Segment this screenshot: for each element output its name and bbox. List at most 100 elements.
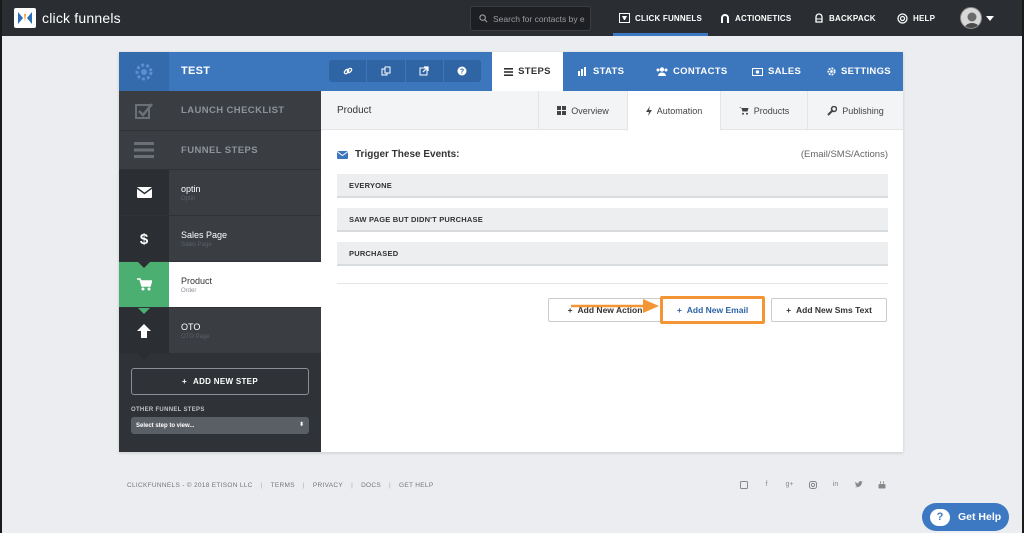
page-footer: CLICKFUNNELS - © 2018 ETISON LLC | TERMS… <box>127 482 433 489</box>
add-new-step-label: ADD NEW STEP <box>193 377 258 386</box>
subtab-label: Publishing <box>842 105 884 116</box>
funnel-editor-card: TEST ? STEPS STATS CONTACTS SALES SETTIN… <box>119 52 903 452</box>
get-help-label: Get Help <box>958 511 1002 523</box>
subtab-overview[interactable]: Overview <box>538 91 627 130</box>
trigger-title: Trigger These Events: <box>355 149 460 160</box>
subtab-label: Products <box>753 105 790 116</box>
money-icon <box>752 67 763 76</box>
twitter-icon[interactable] <box>854 480 863 489</box>
step-type: OTO Page <box>181 333 210 340</box>
svg-text:$: $ <box>140 231 149 247</box>
nav-backpack[interactable]: BACKPACK <box>814 0 876 36</box>
funnel-header: TEST ? STEPS STATS CONTACTS SALES SETTIN… <box>119 52 903 91</box>
trigger-events-heading: Trigger These Events: <box>337 149 459 160</box>
tab-label: CONTACTS <box>673 66 728 77</box>
link-button[interactable] <box>329 60 368 82</box>
event-row-saw-page-no-purchase[interactable]: SAW PAGE BUT DIDN'T PURCHASE <box>337 208 888 232</box>
nav-actionetics[interactable]: ACTIONETICS <box>720 0 791 36</box>
funnel-steps-label: FUNNEL STEPS <box>181 144 258 156</box>
select-value: Select step to view... <box>136 422 195 429</box>
annotation-arrow-icon <box>571 299 659 313</box>
arrow-up-icon <box>137 323 151 338</box>
add-new-step-button[interactable]: + ADD NEW STEP <box>131 368 309 395</box>
plus-icon: + <box>786 305 792 315</box>
step-name: Product <box>181 275 213 286</box>
grid-icon <box>557 106 567 115</box>
copy-button[interactable] <box>367 60 406 82</box>
footer-separator: | <box>302 482 305 489</box>
user-menu-chevron-down-icon[interactable] <box>986 16 994 21</box>
dollar-icon: $ <box>140 231 149 247</box>
event-row-purchased[interactable]: PURCHASED <box>337 242 888 266</box>
sidebar-step-sales-page[interactable]: $ Sales Page Sales Page <box>119 215 321 268</box>
launch-checklist-item[interactable]: LAUNCH CHECKLIST <box>119 91 321 130</box>
tab-sales[interactable]: SALES <box>752 52 801 91</box>
footer-link-docs[interactable]: DOCS <box>361 482 381 489</box>
cart-small-icon <box>738 107 749 115</box>
event-row-everyone[interactable]: EVERYONE <box>337 174 888 198</box>
backpack-icon <box>815 13 823 23</box>
instagram-icon[interactable] <box>808 480 817 489</box>
tab-contacts[interactable]: CONTACTS <box>656 52 727 91</box>
tab-stats[interactable]: STATS <box>578 52 624 91</box>
funnel-icon <box>619 13 630 23</box>
step-type: Optin <box>181 195 196 202</box>
clickfunnels-logo-icon <box>14 8 36 28</box>
funnel-settings-gear[interactable] <box>119 52 169 91</box>
subtab-label: Overview <box>571 105 609 116</box>
chat-question-icon: ? <box>930 508 950 526</box>
footer-link-terms[interactable]: TERMS <box>271 482 295 489</box>
user-avatar[interactable] <box>960 7 982 29</box>
get-help-button[interactable]: ? Get Help <box>922 503 1009 531</box>
tab-label: STATS <box>593 66 625 77</box>
footer-link-get-help[interactable]: GET HELP <box>399 482 433 489</box>
trigger-types-hint: (Email/SMS/Actions) <box>800 149 888 160</box>
window-edge-left <box>0 0 2 533</box>
tab-steps[interactable]: STEPS <box>492 52 563 91</box>
search-icon <box>479 14 488 23</box>
facebook-icon[interactable]: f <box>762 480 771 489</box>
sidebar-step-product[interactable]: Product Order <box>119 261 321 314</box>
add-new-email-button[interactable]: + Add New Email <box>660 296 765 324</box>
sidebar-step-oto[interactable]: OTO OTO Page <box>119 307 321 360</box>
subtab-publishing[interactable]: Publishing <box>807 91 903 130</box>
wrench-icon <box>827 105 838 116</box>
linkedin-icon[interactable]: in <box>831 480 840 489</box>
copyright-text: CLICKFUNNELS - © 2018 ETISON LLC <box>127 482 253 489</box>
subtab-label: Automation <box>656 106 703 116</box>
list-icon <box>504 67 514 76</box>
checkbox-icon <box>135 102 153 119</box>
open-external-button[interactable] <box>406 60 444 82</box>
contact-search[interactable] <box>470 6 591 31</box>
footer-link-privacy[interactable]: PRIVACY <box>313 482 343 489</box>
svg-text:?: ? <box>460 69 464 76</box>
subtab-automation[interactable]: Automation <box>627 91 720 131</box>
envelope-icon <box>136 187 152 198</box>
nav-click-funnels[interactable]: CLICK FUNNELS <box>612 0 709 36</box>
other-steps-select[interactable]: Select step to view... ⬍ <box>131 417 309 434</box>
event-label: SAW PAGE BUT DIDN'T PURCHASE <box>349 214 483 224</box>
subtab-products[interactable]: Products <box>720 91 807 130</box>
step-name: optin <box>181 183 201 194</box>
blog-icon[interactable] <box>739 480 748 489</box>
add-new-sms-button[interactable]: + Add New Sms Text <box>771 298 887 322</box>
add-sms-label: Add New Sms Text <box>796 305 872 315</box>
logo-text: click funnels <box>42 10 121 26</box>
nav-label: BACKPACK <box>829 13 876 23</box>
gear-icon <box>135 63 153 80</box>
google-plus-icon[interactable]: g+ <box>785 480 794 489</box>
youtube-icon[interactable] <box>877 480 886 489</box>
bolt-icon <box>645 106 652 116</box>
bar-chart-icon <box>578 67 586 76</box>
help-question-button[interactable]: ? <box>444 60 481 82</box>
search-input[interactable] <box>493 13 588 24</box>
funnel-tool-buttons: ? <box>329 60 481 82</box>
clickfunnels-logo[interactable]: click funnels <box>14 8 121 28</box>
social-links: f g+ in <box>739 480 886 489</box>
funnel-name: TEST <box>181 65 211 77</box>
sidebar-step-optin[interactable]: optin Optin <box>119 169 321 222</box>
arch-icon <box>721 14 729 23</box>
tab-settings[interactable]: SETTINGS <box>827 52 891 91</box>
step-name: Sales Page <box>181 229 228 240</box>
nav-help[interactable]: HELP <box>897 0 935 36</box>
